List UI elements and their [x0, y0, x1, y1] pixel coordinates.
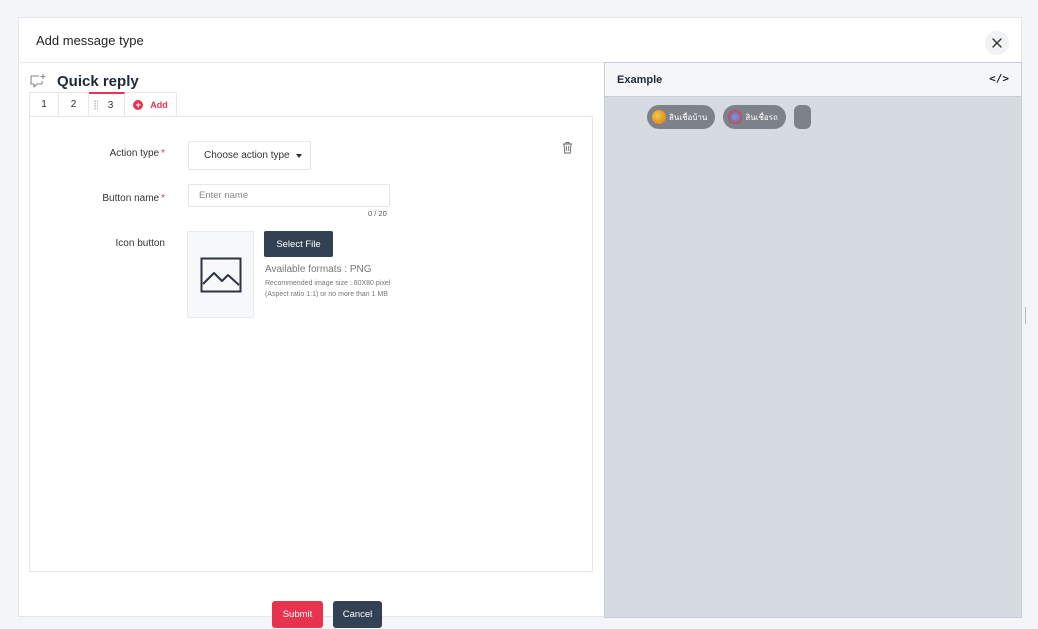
- submit-button[interactable]: Submit: [272, 601, 323, 628]
- quick-reply-icon: [30, 74, 46, 88]
- chip-label: สินเชื่อรถ: [745, 112, 778, 122]
- tab-3[interactable]: 3: [89, 92, 125, 116]
- image-upload-preview[interactable]: [187, 231, 254, 318]
- icon-button-label: Icon button: [115, 238, 165, 249]
- example-preview-pane: Example </> สินเชื่อบ้าน สินเชื่อรถ: [604, 62, 1022, 618]
- modal-header: Add message type: [19, 18, 1021, 63]
- tab-label: 1: [41, 99, 47, 110]
- required-mark: *: [161, 193, 165, 204]
- car-emoji-icon: [728, 110, 743, 124]
- example-header: Example: [605, 63, 1021, 97]
- tab-2[interactable]: 2: [59, 92, 89, 116]
- code-toggle-icon[interactable]: </>: [989, 72, 1009, 85]
- add-tab-label: Add: [150, 99, 168, 110]
- quick-reply-chip[interactable]: สินเชื่อรถ: [723, 105, 786, 129]
- tab-1[interactable]: 1: [29, 92, 59, 116]
- editor-pane: Quick reply 1 2 3 + Add Action type * Cho…: [29, 65, 595, 628]
- cancel-button[interactable]: Cancel: [333, 601, 382, 628]
- section-title: Quick reply: [57, 72, 139, 90]
- drag-handle-icon[interactable]: [94, 100, 98, 110]
- reply-form-panel: Action type * Choose action type Button n…: [29, 116, 593, 572]
- close-button[interactable]: [985, 31, 1009, 55]
- quick-reply-chip-empty[interactable]: [793, 105, 811, 129]
- reply-tabs: 1 2 3 + Add: [29, 92, 177, 116]
- close-icon: [992, 38, 1002, 48]
- quick-reply-chips: สินเชื่อบ้าน สินเชื่อรถ: [647, 105, 819, 129]
- caret-down-icon: [295, 153, 302, 158]
- button-name-input[interactable]: [188, 184, 390, 207]
- image-size-hint: Recommended image size : 80X80 pixel (As…: [265, 280, 391, 298]
- modal-title: Add message type: [36, 32, 144, 48]
- add-tab-button[interactable]: + Add: [125, 92, 177, 116]
- action-type-select[interactable]: Choose action type: [188, 141, 311, 170]
- required-mark: *: [161, 148, 165, 159]
- image-placeholder-icon: [200, 257, 241, 292]
- tab-label: 2: [70, 99, 77, 110]
- chip-label: สินเชื่อบ้าน: [669, 112, 708, 122]
- house-emoji-icon: [652, 110, 666, 124]
- trash-icon[interactable]: [562, 141, 573, 154]
- example-title: Example: [617, 73, 663, 86]
- quick-reply-chip[interactable]: สินเชื่อบ้าน: [647, 105, 716, 129]
- plus-circle-icon: +: [133, 99, 144, 110]
- available-formats-text: Available formats : PNG: [265, 264, 372, 275]
- action-type-label-text: Action type: [109, 148, 160, 159]
- tab-label: 3: [107, 99, 114, 111]
- action-type-label: Action type *: [110, 148, 165, 159]
- add-message-type-modal: Add message type Quick reply 1 2 3 + Add: [18, 17, 1022, 628]
- char-counter: 0 / 20: [368, 209, 387, 218]
- select-file-button[interactable]: Select File: [264, 231, 333, 257]
- window-resize-handle[interactable]: [1025, 307, 1026, 324]
- button-name-label: Button name *: [102, 193, 165, 204]
- action-type-value: Choose action type: [204, 150, 290, 161]
- button-name-label-text: Button name: [102, 193, 160, 204]
- section-header: Quick reply: [29, 69, 139, 93]
